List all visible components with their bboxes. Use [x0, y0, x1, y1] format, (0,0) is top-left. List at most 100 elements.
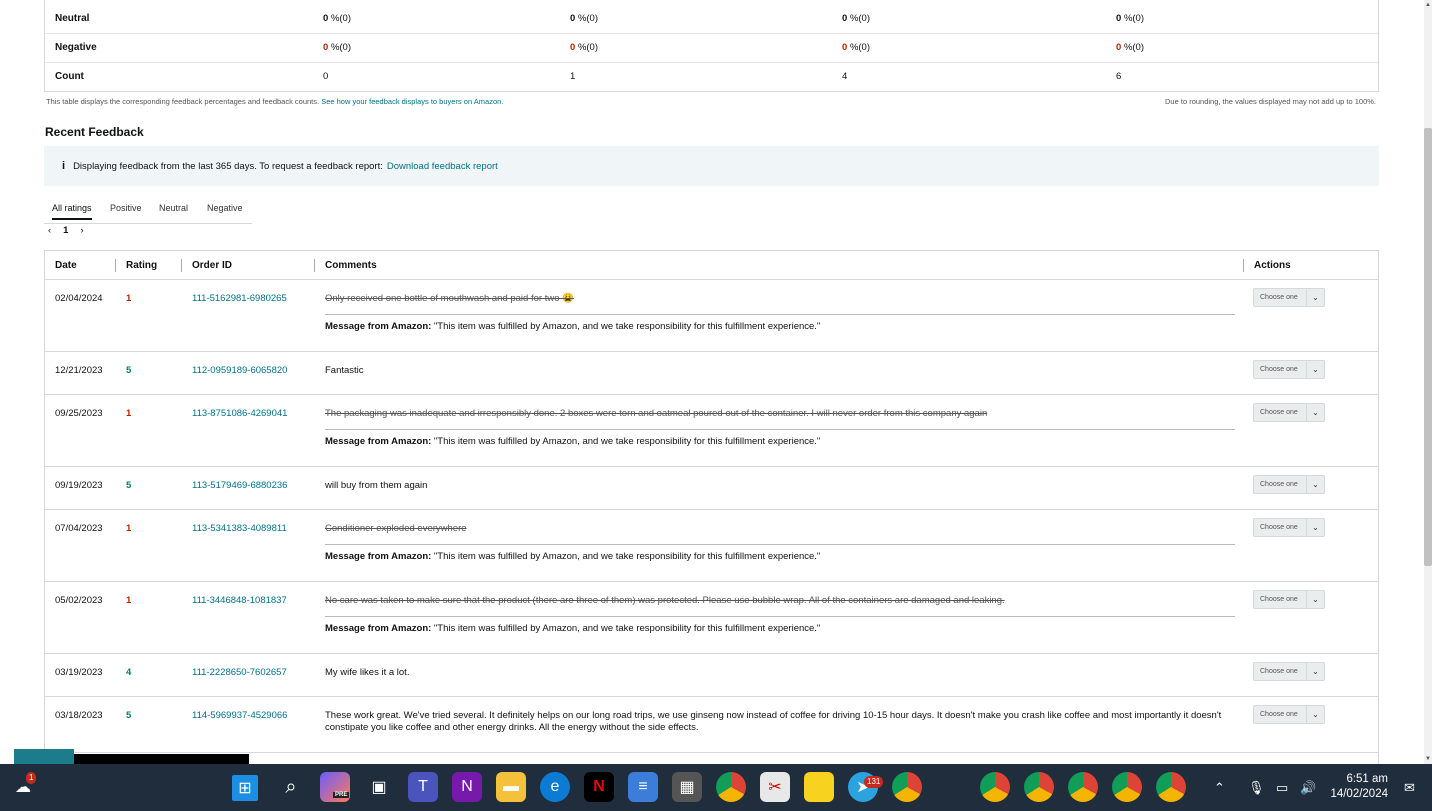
summary-cell: 0 %(0) — [323, 42, 351, 53]
task-view-icon[interactable]: ▣ — [364, 772, 394, 802]
table-row: 02/04/2024 1 111-5162981-6980265 Only recei… — [45, 280, 1378, 352]
summary-cell: 0 %(0) — [570, 42, 598, 53]
summary-row-negative: Negative 0 %(0) 0 %(0) 0 %(0) 0 %(0) — [45, 33, 1378, 62]
order-id-link[interactable]: 113-8751086-4269041 — [192, 408, 287, 419]
chevron-down-icon[interactable]: ⌄ — [1306, 706, 1324, 723]
header-comments: Comments — [325, 260, 377, 271]
microphone-icon[interactable]: 🎙 — [1248, 764, 1265, 811]
chrome-profile-icon[interactable] — [1024, 772, 1054, 802]
order-id-link[interactable]: 111-5162981-6980265 — [192, 293, 287, 304]
volume-icon[interactable]: 🔊 — [1300, 764, 1316, 811]
chrome-profile-icon[interactable] — [980, 772, 1010, 802]
order-id-link[interactable]: 113-5341383-4089811 — [192, 523, 287, 534]
next-page-icon[interactable]: › — [80, 225, 83, 236]
feedback-date: 03/19/2023 — [55, 667, 103, 678]
amazon-message: Message from Amazon: "This item was fulf… — [325, 321, 821, 332]
feedback-comment: Conditioner exploded everywhere — [325, 523, 467, 534]
feedback-comment: Only received one bottle of mouthwash an… — [325, 293, 574, 304]
table-row: 12/21/2023 5 112-0959189-6065820 Fantastic C… — [45, 352, 1378, 395]
recent-feedback-title: Recent Feedback — [45, 125, 144, 139]
feedback-date: 09/19/2023 — [55, 480, 103, 491]
chevron-down-icon[interactable]: ⌄ — [1306, 663, 1324, 680]
divider — [325, 544, 1235, 545]
tab-positive[interactable]: Positive — [110, 203, 142, 213]
clock-time: 6:51 am — [1346, 773, 1388, 785]
summary-cell: 0 %(0) — [1116, 42, 1144, 53]
chrome-profile-icon[interactable] — [1156, 772, 1186, 802]
tab-neutral[interactable]: Neutral — [159, 203, 188, 213]
chevron-down-icon[interactable]: ⌄ — [1306, 361, 1324, 378]
header-actions: Actions — [1254, 260, 1291, 271]
file-explorer-icon[interactable]: ▬ — [496, 772, 526, 802]
tab-all-ratings[interactable]: All ratings — [52, 203, 92, 220]
chevron-down-icon[interactable]: ⌄ — [1306, 591, 1324, 608]
scroll-up-icon[interactable]: ▲ — [1424, 0, 1432, 10]
info-banner: i Displaying feedback from the last 365 … — [44, 146, 1379, 186]
snipping-tool-icon[interactable]: ✂ — [760, 772, 790, 802]
clock[interactable]: 6:51 am 14/02/2024 — [1330, 772, 1388, 802]
row-label: Neutral — [55, 13, 90, 24]
scrollbar-thumb[interactable] — [1424, 128, 1432, 566]
feedback-date: 03/18/2023 — [55, 710, 103, 721]
table-row: 09/25/2023 1 113-8751086-4269041 The packag… — [45, 395, 1378, 467]
chevron-down-icon[interactable]: ⌄ — [1306, 289, 1324, 306]
chrome-icon[interactable] — [716, 772, 746, 802]
table-row: 07/04/2023 1 113-5341383-4089811 Conditione… — [45, 510, 1378, 582]
rating-tabs: All ratings Positive Neutral Negative — [44, 197, 252, 224]
search-icon[interactable]: ⌕ — [276, 772, 306, 802]
actions-select[interactable]: Choose one ⌄ — [1253, 360, 1325, 379]
chrome-profile-icon[interactable] — [892, 772, 922, 802]
feedback-display-link[interactable]: See how your feedback displays to buyers… — [321, 97, 503, 106]
netflix-icon[interactable]: N — [584, 772, 614, 802]
order-id-link[interactable]: 111-3446848-1081837 — [192, 595, 287, 606]
header-date: Date — [55, 260, 77, 271]
feedback-table: Date Rating Order ID Comments Actions 02… — [44, 250, 1379, 764]
summary-cell: 0 %(0) — [842, 42, 870, 53]
feedback-rating: 1 — [126, 408, 132, 419]
order-id-link[interactable]: 112-0959189-6065820 — [192, 365, 287, 376]
start-icon[interactable]: ⊞ — [232, 775, 258, 801]
actions-select[interactable]: Choose one ⌄ — [1253, 518, 1325, 537]
telegram-badge: 131 — [864, 776, 884, 788]
tab-negative[interactable]: Negative — [207, 203, 243, 213]
order-id-link[interactable]: 113-5179469-6880236 — [192, 480, 287, 491]
chevron-down-icon[interactable]: ⌄ — [1306, 519, 1324, 536]
calculator-icon[interactable]: ▦ — [672, 772, 702, 802]
onenote-icon[interactable]: N — [452, 772, 482, 802]
actions-select[interactable]: Choose one ⌄ — [1253, 475, 1325, 494]
scrollbar[interactable]: ▲ ▼ — [1424, 0, 1432, 764]
actions-select[interactable]: Choose one ⌄ — [1253, 288, 1325, 307]
network-icon[interactable]: ▭ — [1276, 764, 1288, 811]
feedback-summary-table: Neutral 0 %(0) 0 %(0) 0 %(0) 0 %(0) Nega… — [44, 0, 1379, 92]
chevron-down-icon[interactable]: ⌄ — [1306, 476, 1324, 493]
actions-select[interactable]: Choose one ⌄ — [1253, 590, 1325, 609]
copilot-label: PRE — [333, 792, 350, 798]
feedback-date: 12/21/2023 — [55, 365, 103, 376]
order-id-link[interactable]: 111-2228650-7602657 — [192, 667, 287, 678]
info-text: Displaying feedback from the last 365 da… — [73, 160, 383, 172]
chevron-up-icon[interactable]: ⌃ — [1214, 764, 1225, 811]
chevron-down-icon[interactable]: ⌄ — [1306, 404, 1324, 421]
feedback-date: 05/02/2023 — [55, 595, 103, 606]
scroll-down-icon[interactable]: ▼ — [1424, 754, 1432, 764]
prev-page-icon[interactable]: ‹ — [48, 225, 51, 236]
header-rating: Rating — [126, 260, 158, 271]
actions-select[interactable]: Choose one ⌄ — [1253, 403, 1325, 422]
actions-select[interactable]: Choose one ⌄ — [1253, 705, 1325, 724]
chrome-profile-icon[interactable] — [1112, 772, 1142, 802]
edge-icon[interactable]: e — [540, 772, 570, 802]
table-header: Date Rating Order ID Comments Actions — [45, 251, 1378, 280]
actions-select[interactable]: Choose one ⌄ — [1253, 662, 1325, 681]
feedback-rating: 5 — [126, 710, 132, 721]
table-row: 05/02/2023 1 111-3446848-1081837 No care wa… — [45, 582, 1378, 654]
overlay-bar — [74, 754, 249, 764]
amazon-message: Message from Amazon: "This item was fulf… — [325, 436, 821, 447]
notepad-icon[interactable]: ≡ — [628, 772, 658, 802]
download-report-link[interactable]: Download feedback report — [387, 161, 498, 172]
notification-icon[interactable]: ✉ — [1404, 764, 1415, 811]
sticky-notes-icon[interactable] — [804, 772, 834, 802]
chrome-profile-icon[interactable] — [1068, 772, 1098, 802]
order-id-link[interactable]: 114-5969937-4529066 — [192, 710, 287, 721]
teams-icon[interactable]: T — [408, 772, 438, 802]
current-page[interactable]: 1 — [63, 225, 68, 236]
